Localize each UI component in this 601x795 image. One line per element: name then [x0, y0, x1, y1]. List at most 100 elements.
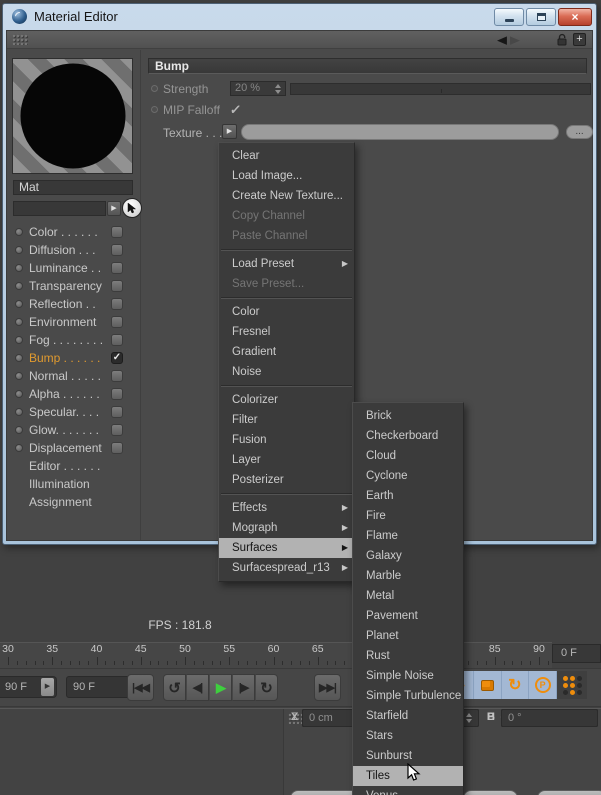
- channel-radio[interactable]: [15, 444, 23, 452]
- titlebar[interactable]: Material Editor ×: [3, 4, 596, 29]
- texture-browse-button[interactable]: ...: [566, 125, 593, 139]
- next-key-button[interactable]: ↻: [255, 674, 278, 701]
- rotation-field[interactable]: 0 °: [501, 709, 598, 727]
- submenu-item[interactable]: Rust: [353, 646, 463, 666]
- channel-radio[interactable]: [15, 318, 23, 326]
- strength-value-field[interactable]: 20 %: [230, 81, 286, 96]
- channel-row[interactable]: Illumination ✓: [9, 475, 123, 493]
- menu-item[interactable]: Noise ▶: [219, 362, 354, 387]
- submenu-item[interactable]: Fire: [353, 506, 463, 526]
- record-key-button[interactable]: [474, 671, 502, 699]
- menu-item[interactable]: Mograph ▶: [219, 518, 354, 538]
- channel-checkbox[interactable]: ✓: [111, 316, 123, 328]
- texture-popup-button[interactable]: ▶: [222, 124, 237, 139]
- channel-radio[interactable]: [15, 426, 23, 434]
- play-button[interactable]: ▶: [209, 674, 232, 701]
- strength-slider[interactable]: [290, 83, 591, 95]
- channel-checkbox[interactable]: ✓: [111, 424, 123, 436]
- timeline-ruler[interactable]: 30354045505560657075808590: [0, 642, 552, 668]
- submenu-item[interactable]: Simple Turbulence: [353, 686, 463, 706]
- channel-checkbox[interactable]: ✓: [111, 226, 123, 238]
- restore-button[interactable]: [526, 7, 556, 26]
- submenu-item[interactable]: Metal: [353, 586, 463, 606]
- menu-item[interactable]: Create New Texture... ▶: [219, 186, 354, 206]
- submenu-item[interactable]: Earth: [353, 486, 463, 506]
- channel-checkbox[interactable]: ✓: [111, 298, 123, 310]
- submenu-item[interactable]: Planet: [353, 626, 463, 646]
- menu-item[interactable]: Clear ▶: [219, 146, 354, 166]
- menu-item[interactable]: Surfacespread_r13 ▶: [219, 558, 354, 578]
- nav-forward-icon[interactable]: ▶: [510, 34, 520, 45]
- menu-item[interactable]: Load Preset ▶: [219, 254, 354, 274]
- submenu-item[interactable]: Pavement: [353, 606, 463, 626]
- channel-checkbox[interactable]: ✓: [111, 334, 123, 346]
- channel-radio[interactable]: [15, 246, 23, 254]
- keying-selection-button[interactable]: [557, 671, 587, 699]
- pick-material-button[interactable]: [122, 198, 142, 218]
- channel-row[interactable]: Normal . . . . . ✓: [9, 367, 123, 385]
- channel-row[interactable]: Transparency ✓: [9, 277, 123, 295]
- submenu-item[interactable]: Marble: [353, 566, 463, 586]
- channel-radio[interactable]: [15, 282, 23, 290]
- menu-item[interactable]: Load Image... ▶: [219, 166, 354, 186]
- menu-item[interactable]: Effects ▶: [219, 498, 354, 518]
- preset-dropdown-button[interactable]: ▶: [107, 201, 121, 216]
- submenu-item[interactable]: Cloud: [353, 446, 463, 466]
- record-parameter-button[interactable]: P: [529, 671, 557, 699]
- channel-row[interactable]: Glow. . . . . . . ✓: [9, 421, 123, 439]
- menu-item[interactable]: Surfaces ▶: [219, 538, 354, 558]
- menu-item[interactable]: Filter ▶: [219, 410, 354, 430]
- channel-radio[interactable]: [15, 264, 23, 272]
- autokey-button[interactable]: ↻: [502, 671, 530, 699]
- channel-row[interactable]: Specular. . . . ✓: [9, 403, 123, 421]
- menu-item[interactable]: Colorizer ▶: [219, 390, 354, 410]
- range-mini-play-icon[interactable]: ▶: [41, 678, 54, 696]
- channel-radio[interactable]: [15, 354, 23, 362]
- channel-row[interactable]: Color . . . . . . ✓: [9, 223, 123, 241]
- go-to-end-button[interactable]: ▶▶|: [314, 674, 341, 701]
- previous-frame-button[interactable]: ◀|: [186, 674, 209, 701]
- submenu-item[interactable]: Venus: [353, 786, 463, 795]
- channel-row[interactable]: Diffusion . . . ✓: [9, 241, 123, 259]
- submenu-item[interactable]: Flame: [353, 526, 463, 546]
- next-frame-button[interactable]: |▶: [232, 674, 255, 701]
- channel-checkbox[interactable]: ✓: [111, 352, 123, 364]
- submenu-item[interactable]: Cyclone: [353, 466, 463, 486]
- preview-preset-field[interactable]: [13, 201, 106, 216]
- lock-icon[interactable]: [556, 33, 568, 47]
- channel-row[interactable]: Displacement ✓: [9, 439, 123, 457]
- submenu-item[interactable]: Brick: [353, 406, 463, 426]
- channel-row[interactable]: Alpha . . . . . . ✓: [9, 385, 123, 403]
- submenu-item[interactable]: Checkerboard: [353, 426, 463, 446]
- minimize-button[interactable]: [494, 7, 524, 26]
- material-preview[interactable]: [12, 58, 133, 174]
- close-button[interactable]: ×: [558, 7, 592, 26]
- channel-radio[interactable]: [15, 300, 23, 308]
- bottom-button[interactable]: [463, 790, 518, 795]
- menu-item[interactable]: Fusion ▶: [219, 430, 354, 450]
- position-spinner[interactable]: [466, 713, 472, 723]
- channel-radio[interactable]: [15, 336, 23, 344]
- channel-radio[interactable]: [15, 390, 23, 398]
- menu-item[interactable]: Save Preset... ▶: [219, 274, 354, 299]
- channel-row[interactable]: Assignment ✓: [9, 493, 123, 511]
- mip-falloff-checkbox[interactable]: ✓: [229, 102, 242, 118]
- grip-handle-icon[interactable]: [12, 34, 29, 45]
- channel-radio[interactable]: [15, 408, 23, 416]
- go-to-start-button[interactable]: |◀◀: [127, 674, 154, 701]
- menu-item[interactable]: Posterizer ▶: [219, 470, 354, 495]
- nav-back-icon[interactable]: ◀: [497, 34, 507, 45]
- channel-radio[interactable]: [15, 228, 23, 236]
- menu-item[interactable]: Color ▶: [219, 302, 354, 322]
- channel-checkbox[interactable]: ✓: [111, 262, 123, 274]
- strength-spinner[interactable]: [275, 83, 281, 94]
- channel-checkbox[interactable]: ✓: [111, 388, 123, 400]
- range-end-field[interactable]: 90 F ▶: [0, 676, 57, 698]
- channel-row[interactable]: Fog . . . . . . . . ✓: [9, 331, 123, 349]
- channel-row[interactable]: Luminance . . ✓: [9, 259, 123, 277]
- channel-checkbox[interactable]: ✓: [111, 406, 123, 418]
- add-box-icon[interactable]: +: [573, 33, 586, 46]
- channel-row[interactable]: Environment ✓: [9, 313, 123, 331]
- channel-row[interactable]: Bump . . . . . . ✓: [9, 349, 123, 367]
- submenu-item[interactable]: Galaxy: [353, 546, 463, 566]
